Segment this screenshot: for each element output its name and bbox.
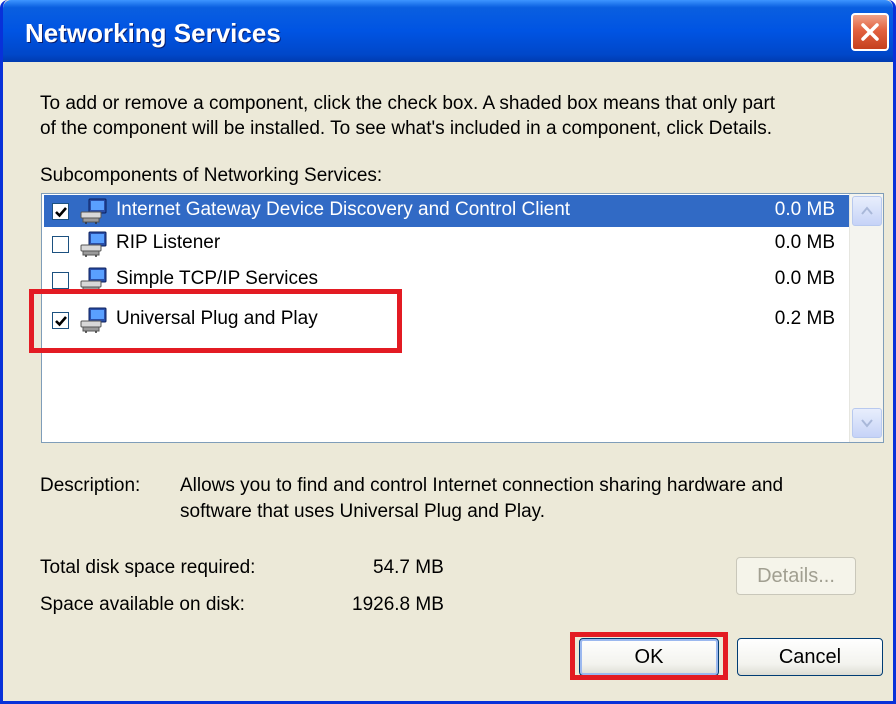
list-scrollbar[interactable]: [849, 194, 883, 442]
subcomponents-list[interactable]: Internet Gateway Device Discovery and Co…: [41, 193, 884, 443]
window-title: Networking Services: [25, 18, 281, 48]
chevron-down-icon: [861, 419, 873, 428]
checkbox-universal-plug-and-play[interactable]: [52, 312, 69, 329]
total-disk-space-label: Total disk space required:: [40, 557, 256, 578]
list-item-label: Simple TCP/IP Services: [116, 268, 319, 289]
checkmark-icon: [55, 207, 67, 218]
list-item-internet-gateway[interactable]: Internet Gateway Device Discovery and Co…: [44, 195, 849, 227]
list-item-label: Internet Gateway Device Discovery and Co…: [116, 199, 571, 220]
ok-button[interactable]: OK: [579, 638, 719, 676]
scroll-down-button[interactable]: [852, 408, 882, 438]
networking-services-dialog: Networking Services To add or remove a c…: [0, 0, 896, 704]
checkbox-internet-gateway[interactable]: [52, 203, 69, 220]
list-item-label: RIP Listener: [116, 232, 221, 253]
description-text-line-1: Allows you to find and control Internet …: [180, 475, 784, 496]
list-item-size: 0.2 MB: [774, 308, 835, 329]
checkbox-simple-tcpip[interactable]: [52, 272, 69, 289]
network-component-icon: [80, 198, 107, 224]
intro-text-line-1: To add or remove a component, click the …: [40, 93, 776, 114]
space-available-label: Space available on disk:: [40, 594, 245, 615]
checkmark-icon: [55, 316, 67, 327]
title-bar: Networking Services: [3, 0, 893, 62]
list-item-label: Universal Plug and Play: [116, 308, 318, 329]
network-component-icon: [80, 231, 107, 257]
chevron-up-icon: [861, 206, 873, 215]
network-component-icon: [80, 307, 107, 333]
list-item-simple-tcpip[interactable]: Simple TCP/IP Services 0.0 MB: [44, 264, 849, 296]
close-button[interactable]: [851, 13, 889, 51]
subcomponents-label: Subcomponents of Networking Services:: [40, 165, 383, 186]
list-item-size: 0.0 MB: [774, 199, 835, 220]
close-icon: [861, 23, 879, 41]
description-label: Description:: [40, 475, 141, 496]
list-item-size: 0.0 MB: [774, 232, 835, 253]
details-button[interactable]: Details...: [736, 557, 856, 595]
list-item-rip-listener[interactable]: RIP Listener 0.0 MB: [44, 228, 849, 260]
list-item-size: 0.0 MB: [774, 268, 835, 289]
description-text-line-2: software that uses Universal Plug and Pl…: [180, 501, 546, 522]
scroll-up-button[interactable]: [852, 196, 882, 226]
cancel-button[interactable]: Cancel: [737, 638, 883, 676]
total-disk-space-value: 54.7 MB: [373, 557, 444, 578]
checkbox-rip-listener[interactable]: [52, 236, 69, 253]
intro-text-line-2: of the component will be installed. To s…: [40, 118, 773, 139]
space-available-value: 1926.8 MB: [352, 594, 444, 615]
network-component-icon: [80, 267, 107, 293]
list-item-universal-plug-and-play[interactable]: Universal Plug and Play 0.2 MB: [44, 304, 849, 336]
